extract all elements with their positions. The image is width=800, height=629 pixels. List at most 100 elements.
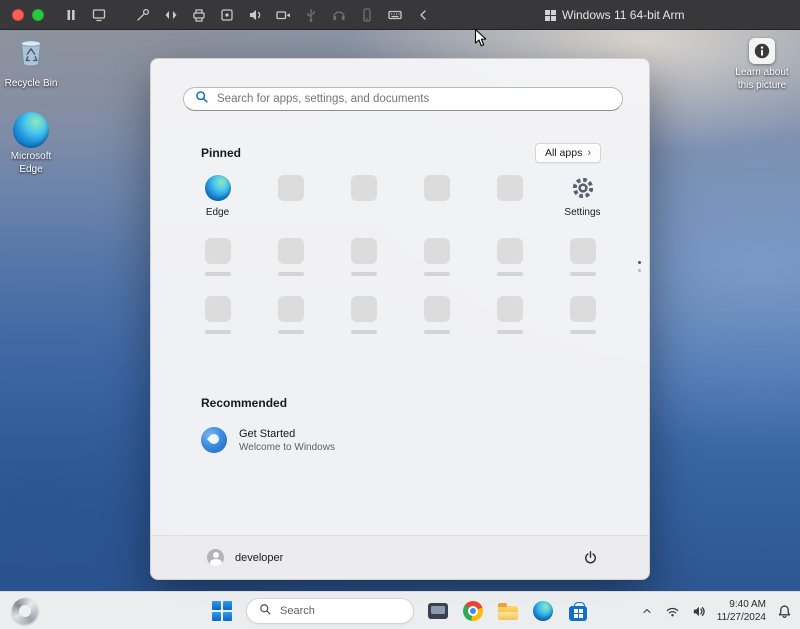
- navigation-arrows-icon[interactable]: [162, 7, 179, 24]
- taskbar-app-chrome[interactable]: [462, 600, 484, 622]
- user-avatar: [207, 549, 224, 566]
- windows-logo-icon: [545, 10, 556, 21]
- placeholder-tile-label: [497, 330, 523, 334]
- pinned-section-header: Pinned All apps ›: [201, 143, 601, 163]
- all-apps-button[interactable]: All apps ›: [535, 143, 601, 163]
- edge-icon: [13, 112, 49, 148]
- desktop-icon-label: Learn about this picture: [731, 67, 793, 92]
- pinned-app-placeholder: [478, 296, 542, 334]
- picture-info-icon: [749, 38, 775, 64]
- placeholder-tile-label: [351, 330, 377, 334]
- display-settings-icon[interactable]: [90, 7, 107, 24]
- window-controls: [12, 0, 44, 30]
- placeholder-tile-label: [424, 330, 450, 334]
- tools-wrench-icon[interactable]: [134, 7, 151, 24]
- placeholder-tile-icon: [205, 238, 231, 264]
- clock-time: 9:40 AM: [717, 598, 766, 611]
- folder-icon: [498, 606, 518, 620]
- pinned-app-label: Settings: [564, 207, 600, 218]
- keyboard-icon[interactable]: [386, 7, 403, 24]
- pinned-app-placeholder: [405, 238, 469, 276]
- taskbar-clock[interactable]: 9:40 AM 11/27/2024: [717, 598, 766, 624]
- vm-toolbar: Windows 11 64-bit Arm: [0, 0, 800, 30]
- tray-overflow-chevron-icon[interactable]: [639, 603, 655, 619]
- placeholder-tile-icon: [351, 238, 377, 264]
- pinned-app-placeholder: [259, 296, 323, 334]
- start-search-box[interactable]: [183, 87, 623, 111]
- get-started-icon: [201, 427, 227, 453]
- vm-window: Windows 11 64-bit Arm Recycle Bin Micros…: [0, 0, 800, 629]
- taskbar: Search 9:40 AM 11/27/2024: [0, 591, 800, 629]
- pinned-app-placeholder: [259, 238, 323, 276]
- pause-vm-icon[interactable]: [62, 7, 79, 24]
- collapse-toolbar-icon[interactable]: [414, 7, 431, 24]
- pinned-app-placeholder: [478, 175, 542, 218]
- search-icon: [195, 90, 209, 109]
- zoom-window-button[interactable]: [32, 9, 44, 21]
- clock-date: 11/27/2024: [717, 611, 766, 624]
- taskbar-search-box[interactable]: Search: [246, 598, 414, 624]
- usb-icon[interactable]: [302, 7, 319, 24]
- placeholder-tile-label: [497, 272, 523, 276]
- taskbar-app-file-explorer[interactable]: [497, 600, 519, 622]
- windows-start-icon: [212, 601, 232, 621]
- desktop-wallpaper: Recycle Bin Microsoft Edge Learn about t…: [0, 30, 800, 591]
- start-menu: Pinned All apps › Edge: [150, 58, 650, 580]
- printer-icon[interactable]: [190, 7, 207, 24]
- camera-icon[interactable]: [274, 7, 291, 24]
- mobile-device-icon[interactable]: [358, 7, 375, 24]
- desktop-icon-recycle-bin[interactable]: Recycle Bin: [0, 34, 62, 91]
- desktop-icon-learn-about-picture[interactable]: Learn about this picture: [731, 38, 793, 92]
- pinned-app-placeholder: [478, 238, 542, 276]
- widgets-button[interactable]: [12, 598, 38, 624]
- start-search-input[interactable]: [217, 93, 611, 105]
- all-apps-label: All apps: [545, 147, 582, 159]
- placeholder-tile-icon: [497, 175, 523, 201]
- placeholder-tile-label: [278, 330, 304, 334]
- desktop-icon-label: Recycle Bin: [5, 78, 58, 91]
- settings-gear-icon: [570, 175, 596, 201]
- monitor-icon: [428, 603, 448, 619]
- pinned-apps-grid: Edge Settings: [181, 175, 619, 334]
- notification-bell-icon[interactable]: [776, 603, 792, 619]
- recommended-item-title: Get Started: [239, 428, 335, 440]
- recommended-label: Recommended: [201, 396, 287, 410]
- desktop-icon-label: Microsoft Edge: [0, 151, 62, 176]
- pinned-app-placeholder: [551, 238, 615, 276]
- pinned-app-edge[interactable]: Edge: [186, 175, 250, 218]
- user-profile-button[interactable]: developer: [207, 549, 283, 566]
- desktop-icon-edge[interactable]: Microsoft Edge: [0, 112, 62, 176]
- taskbar-app-store[interactable]: [567, 600, 589, 622]
- placeholder-tile-icon: [424, 175, 450, 201]
- pinned-app-label: Edge: [206, 207, 229, 218]
- pinned-app-placeholder: [259, 175, 323, 218]
- chrome-icon: [463, 601, 483, 621]
- placeholder-tile-icon: [424, 296, 450, 322]
- taskbar-app-monitor[interactable]: [427, 600, 449, 622]
- placeholder-tile-label: [570, 330, 596, 334]
- recommended-section-header: Recommended: [201, 394, 287, 412]
- pinned-app-placeholder: [186, 296, 250, 334]
- volume-icon[interactable]: [691, 603, 707, 619]
- close-window-button[interactable]: [12, 9, 24, 21]
- pinned-page-indicator[interactable]: [638, 261, 641, 272]
- placeholder-tile-label: [424, 272, 450, 276]
- recommended-item-text: Get Started Welcome to Windows: [239, 428, 335, 453]
- start-button[interactable]: [211, 600, 233, 622]
- recommended-item-subtitle: Welcome to Windows: [239, 442, 335, 453]
- placeholder-tile-label: [205, 272, 231, 276]
- vm-window-title: Windows 11 64-bit Arm: [545, 0, 685, 30]
- placeholder-tile-icon: [497, 296, 523, 322]
- microsoft-store-icon: [569, 606, 587, 621]
- power-button[interactable]: [579, 547, 601, 569]
- sound-icon[interactable]: [246, 7, 263, 24]
- taskbar-app-edge[interactable]: [532, 600, 554, 622]
- page-dot: [638, 269, 641, 272]
- removable-disk-icon[interactable]: [218, 7, 235, 24]
- recommended-item-get-started[interactable]: Get Started Welcome to Windows: [201, 427, 335, 453]
- network-icon[interactable]: [665, 603, 681, 619]
- edge-icon: [205, 175, 231, 201]
- pinned-app-settings[interactable]: Settings: [551, 175, 615, 218]
- placeholder-tile-icon: [497, 238, 523, 264]
- headset-icon[interactable]: [330, 7, 347, 24]
